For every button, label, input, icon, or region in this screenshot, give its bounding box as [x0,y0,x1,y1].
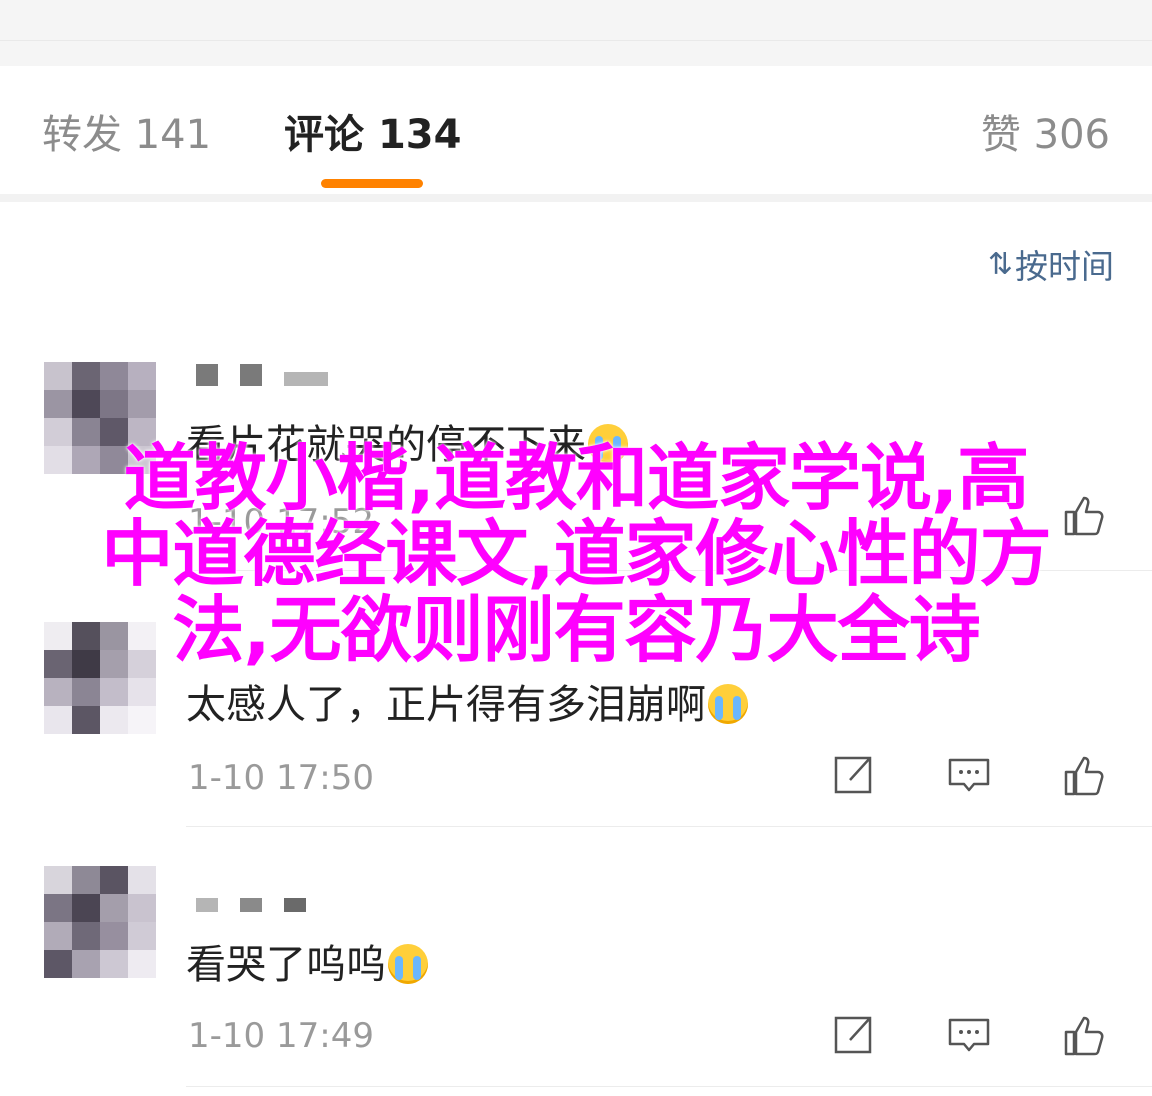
tab-forward-label: 转发 [42,112,122,158]
tab-comments[interactable]: 评论 134 [284,110,461,160]
tab-bar: 转发 141 评论 134 赞 306 [0,66,1152,194]
overlay-line-3: 法,无欲则刚有容乃大全诗 [172,588,980,672]
username[interactable] [196,364,328,386]
overlay-title: 道教小楷,道教和道家学说,高 中道德经课文,道家修心性的方 法,无欲则刚有容乃大… [0,440,1152,668]
crying-emoji-icon [388,944,428,984]
tab-likes-label: 赞 [980,112,1021,158]
sort-label: 按时间 [1015,247,1114,286]
comment-time: 1-10 17:50 [188,758,374,798]
tabs-divider [0,194,1152,202]
share-icon[interactable] [830,1012,876,1058]
crying-emoji-icon [708,684,748,724]
overlay-line-2: 中道德经课文,道家修心性的方 [101,512,1051,596]
comment-actions [830,1012,1108,1058]
tab-likes[interactable]: 赞 306 [981,110,1110,160]
sort-icon: ⇅ [987,246,1013,282]
active-tab-indicator [321,179,423,188]
comment-text-content: 太感人了，正片得有多泪崩啊 [186,682,706,728]
like-icon[interactable] [1062,1012,1108,1058]
comment-divider [186,1086,1152,1087]
tab-forward-count: 141 [134,112,212,158]
comment-icon[interactable] [946,752,992,798]
comment-text: 看哭了呜呜 [186,932,428,990]
share-icon[interactable] [830,752,876,798]
comment-icon[interactable] [946,1012,992,1058]
comment-text: 太感人了，正片得有多泪崩啊 [186,672,748,730]
tab-comments-label: 评论 [284,112,364,158]
avatar[interactable] [44,866,156,978]
comment-text-content: 看哭了呜呜 [186,942,386,988]
tab-forward[interactable]: 转发 141 [42,110,211,160]
sort-by-time-button[interactable]: ⇅ 按时间 [988,240,1114,288]
comment-actions [830,752,1108,798]
comment-time: 1-10 17:49 [188,1016,374,1056]
username[interactable] [196,890,306,912]
top-bar-divider [0,40,1152,41]
top-bar [0,0,1152,67]
comment-divider [186,826,1152,827]
tab-likes-count: 306 [1033,112,1110,158]
tab-comments-count: 134 [377,112,462,158]
like-icon[interactable] [1062,752,1108,798]
overlay-line-1: 道教小楷,道教和道家学说,高 [123,436,1030,520]
